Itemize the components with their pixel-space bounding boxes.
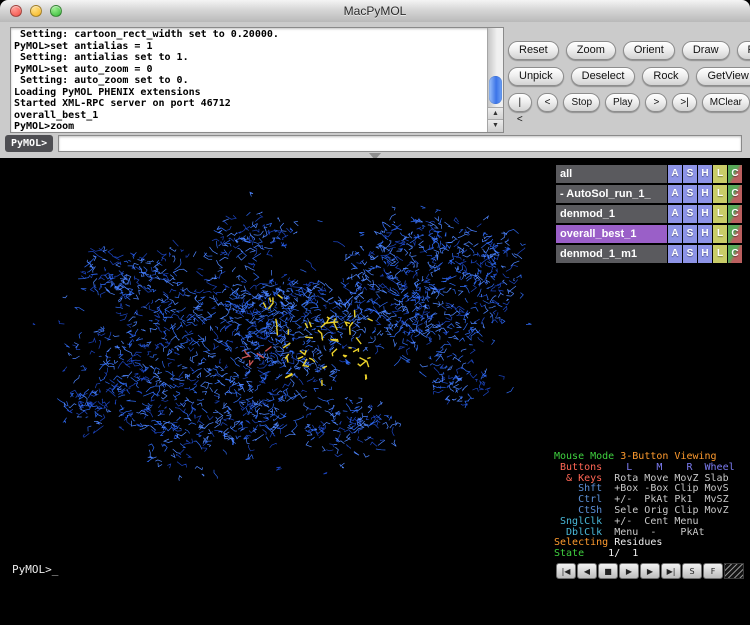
object-row: overall_best_1ASHLC bbox=[556, 225, 742, 243]
scroll-down-arrow[interactable]: ▼ bbox=[488, 119, 503, 132]
main-area: PyMOL>_ allASHLC- AutoSol_run_1_ASHLCden… bbox=[0, 158, 750, 625]
object-button-h[interactable]: H bbox=[698, 245, 712, 263]
object-button-a[interactable]: A bbox=[668, 225, 682, 243]
object-button-s[interactable]: S bbox=[683, 245, 697, 263]
toolbar-row-1: Reset Zoom Orient Draw Ray bbox=[508, 41, 750, 60]
movie-button[interactable]: |◀ bbox=[556, 563, 576, 579]
scrollbar-thumb[interactable] bbox=[489, 76, 502, 104]
density-mesh[interactable] bbox=[8, 158, 553, 613]
prompt-label: PyMOL> bbox=[5, 135, 53, 152]
toolbar-row-2: Unpick Deselect Rock GetView bbox=[508, 67, 750, 86]
title-bar[interactable]: MacPyMOL bbox=[0, 0, 750, 23]
viewport-prompt: PyMOL>_ bbox=[12, 563, 58, 576]
toolbar-row-3: |< <Stop Play > >| MClear bbox=[508, 93, 750, 112]
movie-button[interactable]: ▶ bbox=[619, 563, 639, 579]
toolbar-button-play[interactable]: Play bbox=[605, 93, 640, 112]
object-row: - AutoSol_run_1_ASHLC bbox=[556, 185, 742, 203]
mouse-help-line: State 1/ 1 bbox=[554, 549, 746, 560]
object-button-s[interactable]: S bbox=[683, 205, 697, 223]
toolbar-button-nav5[interactable]: >| bbox=[672, 93, 696, 112]
object-name[interactable]: - AutoSol_run_1_ bbox=[556, 185, 667, 203]
object-button-c[interactable]: C bbox=[728, 185, 742, 203]
toolbar-button-stop[interactable]: Stop bbox=[563, 93, 600, 112]
minimize-button[interactable] bbox=[30, 5, 42, 17]
object-button-c[interactable]: C bbox=[728, 205, 742, 223]
object-button-a[interactable]: A bbox=[668, 165, 682, 183]
object-name[interactable]: denmod_1_m1 bbox=[556, 245, 667, 263]
object-row: denmod_1ASHLC bbox=[556, 205, 742, 223]
object-name[interactable]: denmod_1 bbox=[556, 205, 667, 223]
object-button-h[interactable]: H bbox=[698, 225, 712, 243]
toolbar-button-reset[interactable]: Reset bbox=[508, 41, 559, 60]
object-button-l[interactable]: L bbox=[713, 185, 727, 203]
upper-panel: Setting: cartoon_rect_width set to 0.200… bbox=[0, 22, 750, 159]
toolbar-button-orient[interactable]: Orient bbox=[623, 41, 675, 60]
object-button-s[interactable]: S bbox=[683, 225, 697, 243]
object-row: denmod_1_m1ASHLC bbox=[556, 245, 742, 263]
command-input[interactable] bbox=[58, 135, 742, 152]
object-button-l[interactable]: L bbox=[713, 205, 727, 223]
object-button-l[interactable]: L bbox=[713, 225, 727, 243]
movie-button[interactable]: ▶ bbox=[640, 563, 660, 579]
movie-button[interactable]: ▶| bbox=[661, 563, 681, 579]
toolbar-button-ray[interactable]: Ray bbox=[737, 41, 750, 60]
toolbar-button-zoom[interactable]: Zoom bbox=[566, 41, 616, 60]
object-button-l[interactable]: L bbox=[713, 165, 727, 183]
object-button-l[interactable]: L bbox=[713, 245, 727, 263]
object-button-s[interactable]: S bbox=[683, 165, 697, 183]
object-button-a[interactable]: A bbox=[668, 185, 682, 203]
toolbar-button-mclear[interactable]: MClear bbox=[702, 93, 750, 112]
toolbar-button-deselect[interactable]: Deselect bbox=[571, 67, 636, 86]
object-button-h[interactable]: H bbox=[698, 185, 712, 203]
zoom-window-button[interactable] bbox=[50, 5, 62, 17]
object-name[interactable]: overall_best_1 bbox=[556, 225, 667, 243]
macpymol-window: MacPyMOL Setting: cartoon_rect_width set… bbox=[0, 0, 750, 625]
window-title: MacPyMOL bbox=[344, 4, 407, 18]
console-scrollbar[interactable]: ▲ ▼ bbox=[487, 28, 503, 132]
object-row: allASHLC bbox=[556, 165, 742, 183]
close-button[interactable] bbox=[10, 5, 22, 17]
movie-button[interactable]: F bbox=[703, 563, 723, 579]
toolbar-button-nav4[interactable]: > bbox=[645, 93, 667, 112]
movie-controls: |◀◀■▶▶▶|SF bbox=[556, 563, 744, 579]
toolbar-button-rock[interactable]: Rock bbox=[642, 67, 689, 86]
console-output: Setting: cartoon_rect_width set to 0.200… bbox=[10, 27, 504, 133]
toolbar-button-getview[interactable]: GetView bbox=[696, 67, 750, 86]
console-log: Setting: cartoon_rect_width set to 0.200… bbox=[14, 29, 486, 131]
object-button-c[interactable]: C bbox=[728, 245, 742, 263]
object-button-s[interactable]: S bbox=[683, 185, 697, 203]
toolbar-button-draw[interactable]: Draw bbox=[682, 41, 730, 60]
command-row: PyMOL> bbox=[0, 133, 750, 154]
toolbar-button-nav0[interactable]: |< bbox=[508, 93, 532, 112]
object-button-h[interactable]: H bbox=[698, 165, 712, 183]
object-button-c[interactable]: C bbox=[728, 225, 742, 243]
object-name[interactable]: all bbox=[556, 165, 667, 183]
object-button-c[interactable]: C bbox=[728, 165, 742, 183]
object-button-a[interactable]: A bbox=[668, 205, 682, 223]
toolbar-button-unpick[interactable]: Unpick bbox=[508, 67, 564, 86]
object-panel: allASHLC- AutoSol_run_1_ASHLCdenmod_1ASH… bbox=[556, 165, 742, 265]
resize-grip[interactable] bbox=[724, 563, 744, 579]
movie-button[interactable]: ◀ bbox=[577, 563, 597, 579]
toolbar-button-nav1[interactable]: < bbox=[537, 93, 559, 112]
object-button-h[interactable]: H bbox=[698, 205, 712, 223]
object-button-a[interactable]: A bbox=[668, 245, 682, 263]
movie-button[interactable]: S bbox=[682, 563, 702, 579]
movie-button[interactable]: ■ bbox=[598, 563, 618, 579]
mouse-help-panel: Mouse Mode 3-Button Viewing Buttons L M … bbox=[554, 452, 746, 560]
